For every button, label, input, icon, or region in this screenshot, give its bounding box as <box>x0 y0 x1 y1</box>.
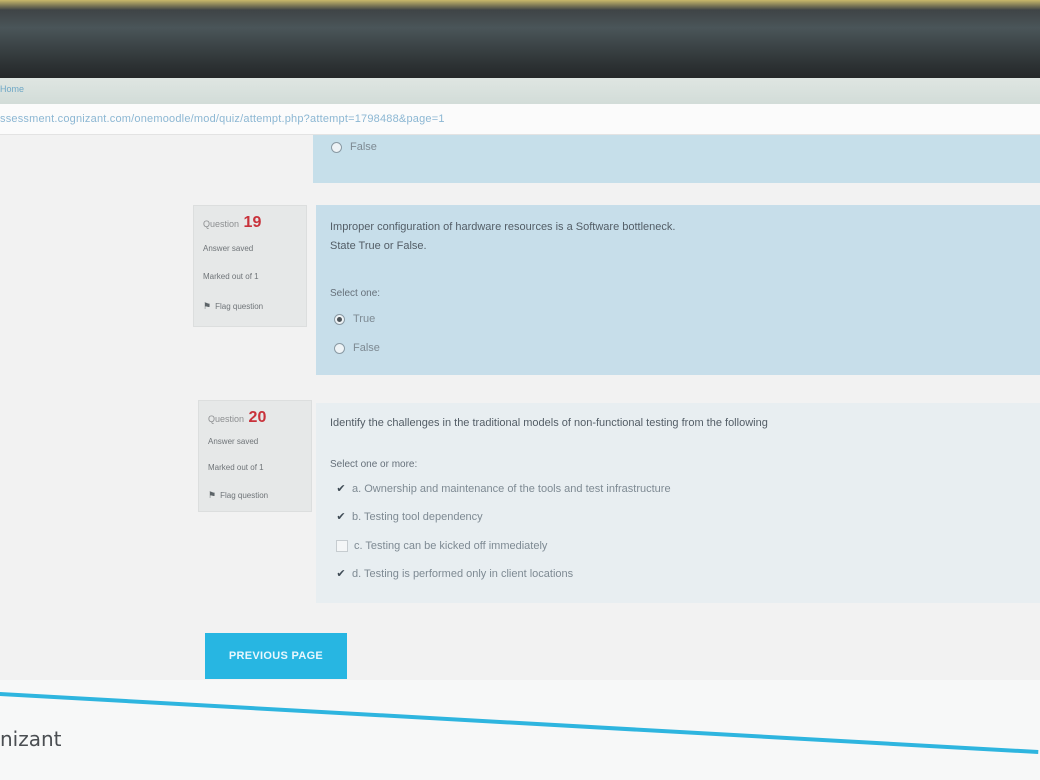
option-label: True <box>353 313 376 325</box>
browser-tab-strip: Home <box>0 78 1040 104</box>
answer-option[interactable]: ✔ a. Ownership and maintenance of the too… <box>336 483 671 495</box>
answer-option[interactable]: ✔ b. Testing tool dependency <box>336 511 483 523</box>
question-status: Answer saved <box>203 244 254 253</box>
answer-option[interactable]: True <box>334 313 375 325</box>
option-label: c. Testing can be kicked off immediately <box>354 540 548 552</box>
flag-icon: ⚑ <box>203 301 212 311</box>
previous-page-button[interactable]: PREVIOUS PAGE <box>205 633 347 679</box>
question-status: Answer saved <box>208 437 259 446</box>
question-info-box: Question 19 Answer saved Marked out of 1… <box>193 205 307 327</box>
monitor-bezel <box>0 0 1040 78</box>
answer-option[interactable]: False <box>334 342 380 354</box>
quiz-page: False Question 19 Answer saved Marked ou… <box>0 135 1040 780</box>
answer-option[interactable]: False <box>331 141 377 153</box>
radio-button[interactable] <box>331 141 342 153</box>
question-heading: Question 20 <box>208 409 266 427</box>
radio-button[interactable] <box>334 342 345 354</box>
checkbox-checked[interactable]: ✔ <box>336 484 346 495</box>
option-label: False <box>350 141 377 153</box>
select-instruction: Select one or more: <box>330 459 418 470</box>
flag-question-label: Flag question <box>215 302 264 311</box>
option-label: b. Testing tool dependency <box>352 511 483 523</box>
question-marks: Marked out of 1 <box>203 272 259 281</box>
option-label: d. Testing is performed only in client l… <box>352 568 574 580</box>
question-label: Question <box>203 219 240 229</box>
question-text: State True or False. <box>330 240 427 252</box>
flag-question-label: Flag question <box>220 491 269 500</box>
option-label: a. Ownership and maintenance of the tool… <box>352 483 671 495</box>
question-heading: Question 19 <box>203 214 261 232</box>
checkbox[interactable] <box>336 540 348 553</box>
question-label: Question <box>208 414 245 424</box>
previous-question-answer-block: False <box>313 135 1040 183</box>
footer-brand: nizant <box>0 727 62 751</box>
radio-button-selected[interactable] <box>334 313 345 325</box>
address-bar[interactable]: ssessment.cognizant.com/onemoodle/mod/qu… <box>0 104 1040 135</box>
flag-question-link[interactable]: ⚑ Flag question <box>203 301 263 312</box>
checkbox-checked[interactable]: ✔ <box>336 569 346 580</box>
answer-option[interactable]: c. Testing can be kicked off immediately <box>336 540 548 553</box>
question-content: Identify the challenges in the tradition… <box>316 403 1040 603</box>
question-info-box: Question 20 Answer saved Marked out of 1… <box>198 400 312 512</box>
question-content: Improper configuration of hardware resou… <box>316 205 1040 375</box>
flag-question-link[interactable]: ⚑ Flag question <box>208 490 268 501</box>
checkbox-checked[interactable]: ✔ <box>336 512 346 523</box>
answer-option[interactable]: ✔ d. Testing is performed only in client … <box>336 568 573 580</box>
url-text[interactable]: ssessment.cognizant.com/onemoodle/mod/qu… <box>0 113 445 125</box>
flag-icon: ⚑ <box>208 490 217 500</box>
question-text: Identify the challenges in the tradition… <box>330 417 768 429</box>
question-text: Improper configuration of hardware resou… <box>330 221 676 233</box>
question-number: 19 <box>243 214 262 231</box>
browser-tab[interactable]: Home <box>0 84 24 94</box>
option-label: False <box>353 342 380 354</box>
page-footer: nizant <box>0 680 1040 780</box>
question-marks: Marked out of 1 <box>208 463 264 472</box>
question-number: 20 <box>248 409 267 426</box>
select-instruction: Select one: <box>330 288 381 299</box>
